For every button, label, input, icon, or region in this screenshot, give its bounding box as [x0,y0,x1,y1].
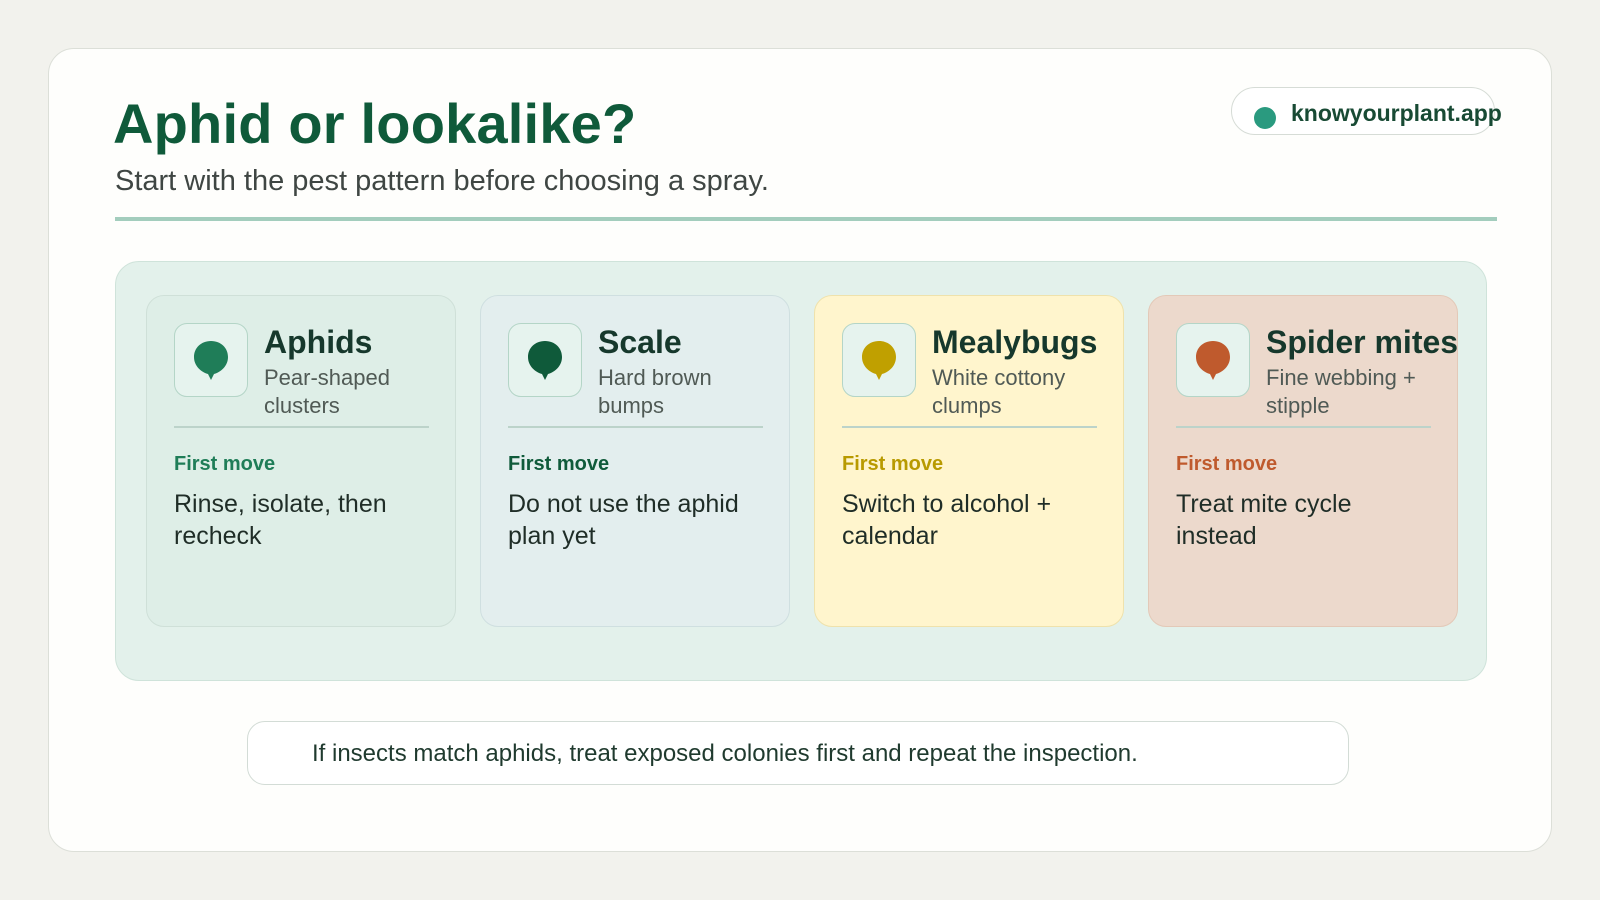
brand-dot-icon [1254,107,1276,129]
pest-hint: Hard brown bumps [598,365,712,418]
infographic-card: Aphid or lookalike? Start with the pest … [48,48,1552,852]
first-move-text: Rinse, isolate, then recheck [174,490,387,550]
pest-comparison-panel: Aphids Pear-shaped clusters First move R… [115,261,1487,681]
first-move-label: First move [1176,453,1278,475]
card-divider [1176,426,1431,428]
first-move-label: First move [508,453,610,475]
header-divider [115,217,1497,221]
card-divider [174,426,429,428]
mealybug-drop-icon [862,341,896,380]
pest-icon-frame [508,323,582,397]
first-move-label: First move [842,453,944,475]
pest-hint: Pear-shaped clusters [264,365,390,418]
first-move-text: Do not use the aphid plan yet [508,490,739,550]
brand-label: knowyourplant.app [1291,100,1502,126]
pest-icon-frame [174,323,248,397]
first-move-text: Switch to alcohol + calendar [842,490,1052,550]
card-divider [508,426,763,428]
page-title: Aphid or lookalike? [113,92,637,155]
pest-icon-frame [842,323,916,397]
aphid-drop-icon [194,341,228,380]
first-move-text: Treat mite cycle instead [1176,490,1352,550]
pest-name: Mealybugs [932,324,1098,360]
pest-icon-frame [1176,323,1250,397]
pest-card-scale: Scale Hard brown bumps First move Do not… [480,295,790,627]
pest-card-spider-mites: Spider mites Fine webbing + stipple Firs… [1148,295,1458,627]
brand-badge[interactable]: knowyourplant.app [1231,87,1502,135]
pest-card-mealybugs: Mealybugs White cottony clumps First mov… [814,295,1124,627]
card-divider [842,426,1097,428]
pest-name: Spider mites [1266,324,1459,360]
pest-hint: Fine webbing + stipple [1266,365,1416,418]
footnote-box: If insects match aphids, treat exposed c… [247,721,1349,785]
spider-mite-drop-icon [1196,341,1230,380]
first-move-label: First move [174,453,276,475]
page-subtitle: Start with the pest pattern before choos… [115,165,769,197]
scale-drop-icon [528,341,562,380]
pest-hint: White cottony clumps [932,365,1066,418]
pest-name: Scale [598,324,682,360]
pest-name: Aphids [264,324,373,360]
pest-card-aphids: Aphids Pear-shaped clusters First move R… [146,295,456,627]
footnote-text: If insects match aphids, treat exposed c… [312,740,1138,767]
